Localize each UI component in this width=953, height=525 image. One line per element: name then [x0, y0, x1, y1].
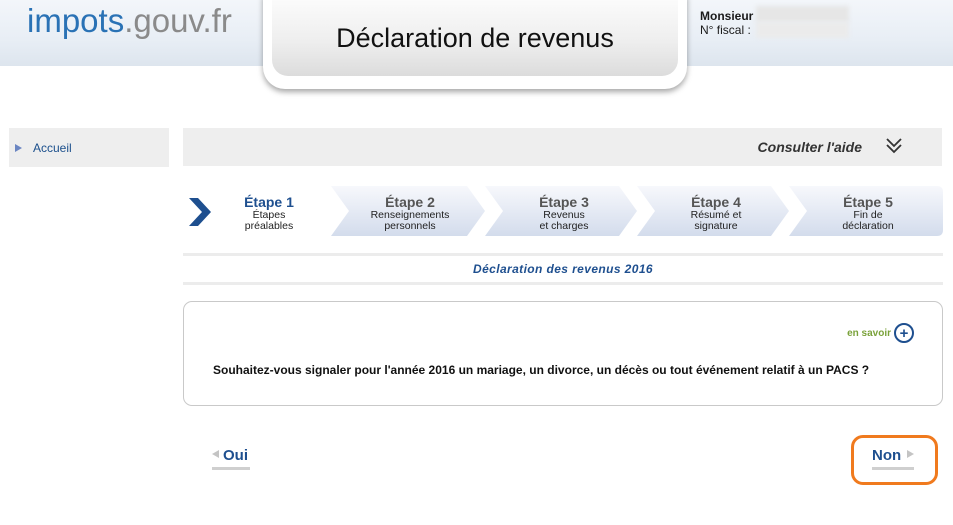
- step-3-subtitle-line2: et charges: [539, 220, 589, 232]
- user-title: Monsieur: [700, 9, 754, 23]
- help-bar[interactable]: Consulter l'aide: [183, 128, 942, 166]
- site-logo[interactable]: impots.gouv.fr: [27, 2, 232, 40]
- sidebar-item-label: Accueil: [33, 140, 72, 155]
- divider-bottom: [183, 282, 943, 285]
- step-4: Étape 4 Résumé et signature: [655, 186, 777, 236]
- plus-circle-icon[interactable]: +: [894, 323, 914, 343]
- answer-yes-link[interactable]: Oui: [212, 447, 250, 470]
- learn-more-link[interactable]: en savoir +: [847, 323, 914, 343]
- page-title-panel: Déclaration de revenus: [272, 0, 678, 76]
- logo-text-main: impots: [27, 2, 125, 39]
- question-box: en savoir + Souhaitez-vous signaler pour…: [183, 301, 943, 406]
- answer-no-link[interactable]: Non: [872, 447, 915, 470]
- page-title: Déclaration de revenus: [336, 22, 614, 53]
- step-2-title: Étape 2: [385, 194, 435, 210]
- step-1-subtitle-line2: préalables: [244, 220, 294, 232]
- redacted-user-name: [756, 6, 849, 22]
- step-5-title: Étape 5: [843, 194, 893, 210]
- answer-no-label: Non: [872, 447, 902, 464]
- question-text: Souhaitez-vous signaler pour l'année 201…: [213, 363, 870, 377]
- progress-stepper: Étape 1 Étapes préalables Étape 2 Rensei…: [183, 186, 943, 236]
- sidebar-item-home[interactable]: Accueil: [9, 128, 169, 167]
- answer-no-underline: [872, 467, 914, 470]
- step-5-subtitle-line2: déclaration: [842, 220, 894, 232]
- fiscal-number-label: N° fiscal :: [700, 23, 751, 37]
- step-3: Étape 3 Revenus et charges: [503, 186, 625, 236]
- step-2-subtitle-line2: personnels: [384, 220, 436, 232]
- arrow-right-icon: [907, 450, 915, 458]
- step-1: Étape 1 Étapes préalables: [221, 186, 317, 236]
- declaration-heading: Déclaration des revenus 2016: [473, 262, 653, 276]
- logo-text-domain: .gouv.fr: [124, 2, 232, 39]
- double-chevron-down-icon[interactable]: [884, 136, 904, 156]
- play-arrow-icon: [15, 143, 22, 152]
- current-step-arrow-icon: [189, 198, 211, 226]
- user-info: Monsieur N° fiscal :: [700, 9, 753, 37]
- answer-yes-label: Oui: [223, 447, 248, 464]
- redacted-fiscal-number: [756, 22, 849, 38]
- answer-yes-underline: [212, 467, 250, 470]
- learn-more-label: en savoir: [847, 327, 891, 339]
- arrow-left-icon: [212, 450, 219, 458]
- page-title-tab: Déclaration de revenus: [263, 0, 687, 89]
- help-label[interactable]: Consulter l'aide: [758, 139, 862, 155]
- step-4-title: Étape 4: [691, 194, 741, 210]
- step-4-subtitle-line2: signature: [694, 220, 738, 232]
- step-5: Étape 5 Fin de déclaration: [807, 186, 929, 236]
- step-1-title: Étape 1: [244, 194, 294, 210]
- step-3-title: Étape 3: [539, 194, 589, 210]
- divider-top: [183, 253, 943, 256]
- step-2: Étape 2 Renseignements personnels: [349, 186, 471, 236]
